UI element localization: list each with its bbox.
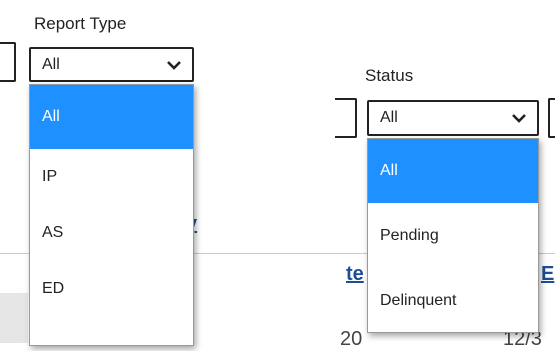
status-option-all[interactable]: All [368,139,538,203]
report-type-label: Report Type [34,14,127,33]
status-option-delinquent[interactable]: Delinquent [368,269,538,333]
chevron-down-icon [167,60,181,70]
status-select[interactable]: All [367,100,539,136]
partial-field-left [0,42,16,82]
report-type-option-ip[interactable]: IP [30,149,193,205]
report-type-dropdown: All IP AS ED [29,84,194,346]
table-row-background [0,293,28,343]
partial-field-right [548,98,555,138]
partial-field-middle [335,98,357,138]
table-cell: 20 [340,328,363,350]
link-fragment[interactable]: E [541,263,554,286]
report-type-option-ed[interactable]: ED [30,261,193,317]
report-type-selected-value: All [42,55,60,73]
status-option-pending[interactable]: Pending [368,203,538,269]
status-dropdown: All Pending Delinquent [367,138,539,333]
status-label: Status [365,66,414,85]
status-selected-value: All [380,109,398,126]
report-type-option-as[interactable]: AS [30,205,193,261]
chevron-down-icon [512,114,526,123]
report-type-select[interactable]: All [29,47,194,82]
link-fragment[interactable]: te [346,263,364,286]
report-type-option-all[interactable]: All [30,85,193,149]
